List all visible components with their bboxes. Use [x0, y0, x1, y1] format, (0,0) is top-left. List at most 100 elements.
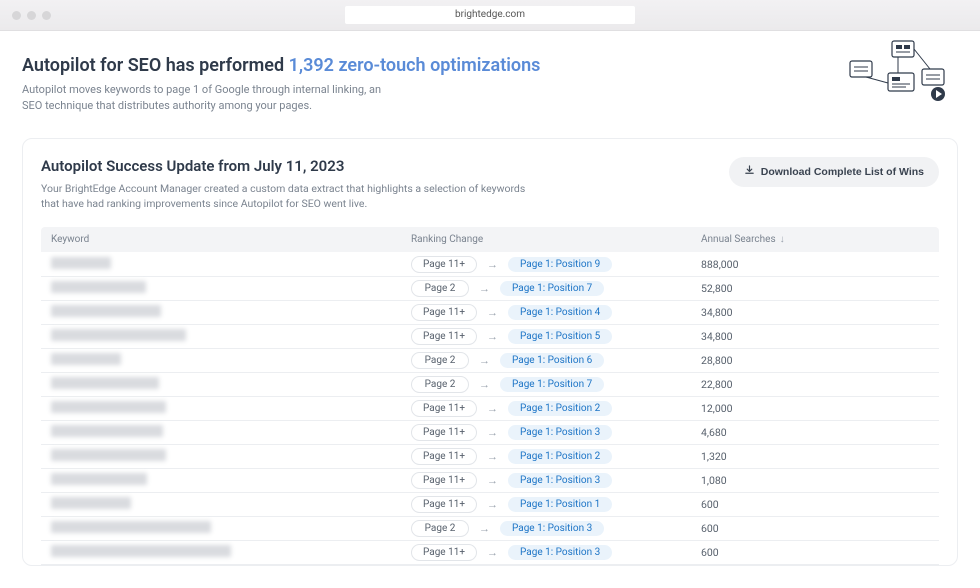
ranking-from-pill: Page 2: [411, 376, 469, 393]
ranking-to-pill: Page 1: Position 2: [508, 401, 612, 416]
ranking-to-pill: Page 1: Position 1: [508, 497, 612, 512]
annual-searches-value: 600: [701, 546, 719, 559]
keyword-redacted: [51, 377, 159, 389]
th-searches[interactable]: Annual Searches ↓: [691, 227, 939, 252]
arrow-right-icon: →: [487, 474, 498, 487]
keyword-redacted: [51, 257, 111, 269]
annual-searches-value: 34,800: [701, 330, 733, 343]
download-label: Download Complete List of Wins: [761, 166, 924, 178]
ranking-to-pill: Page 1: Position 3: [508, 545, 612, 560]
ranking-from-pill: Page 11+: [411, 328, 477, 345]
card-title: Autopilot Success Update from July 11, 2…: [41, 157, 541, 175]
arrow-right-icon: →: [487, 426, 498, 439]
keyword-redacted: [51, 473, 147, 485]
keyword-redacted: [51, 281, 146, 293]
page-content: Autopilot for SEO has performed 1,392 ze…: [0, 31, 980, 588]
ranking-to-pill: Page 1: Position 7: [500, 281, 604, 296]
headline-count: 1,392 zero-touch optimizations: [289, 55, 541, 76]
table-row: Page 11+ → Page 1: Position 2 12,000: [41, 396, 939, 420]
download-wins-button[interactable]: Download Complete List of Wins: [729, 157, 939, 187]
ranking-to-pill: Page 1: Position 6: [500, 353, 604, 368]
arrow-right-icon: →: [479, 522, 490, 535]
ranking-from-pill: Page 11+: [411, 400, 477, 417]
download-icon: [744, 165, 755, 179]
keyword-redacted: [51, 425, 163, 437]
annual-searches-value: 28,800: [701, 354, 733, 367]
keyword-redacted: [51, 521, 211, 533]
annual-searches-value: 22,800: [701, 378, 733, 391]
ranking-from-pill: Page 2: [411, 280, 469, 297]
traffic-lights: [12, 11, 51, 20]
keyword-redacted: [51, 329, 186, 341]
annual-searches-value: 12,000: [701, 402, 733, 415]
ranking-to-pill: Page 1: Position 2: [508, 449, 612, 464]
ranking-from-pill: Page 11+: [411, 424, 477, 441]
ranking-to-pill: Page 1: Position 5: [508, 329, 612, 344]
ranking-to-pill: Page 1: Position 9: [508, 257, 612, 272]
table-row: Page 11+ → Page 1: Position 1 600: [41, 492, 939, 516]
page-subheadline: Autopilot moves keywords to page 1 of Go…: [22, 82, 382, 114]
keyword-redacted: [51, 545, 231, 557]
ranking-to-pill: Page 1: Position 3: [500, 521, 604, 536]
annual-searches-value: 52,800: [701, 282, 733, 295]
ranking-from-pill: Page 11+: [411, 496, 477, 513]
table-row: Page 2 → Page 1: Position 3 600: [41, 516, 939, 540]
sort-down-icon: ↓: [780, 234, 785, 245]
annual-searches-value: 888,000: [701, 258, 738, 271]
th-searches-label: Annual Searches: [701, 234, 776, 245]
arrow-right-icon: →: [487, 546, 498, 559]
ranking-to-pill: Page 1: Position 3: [508, 425, 612, 440]
annual-searches-value: 1,320: [701, 450, 727, 463]
keyword-redacted: [51, 497, 131, 509]
url-bar[interactable]: brightedge.com: [345, 6, 635, 24]
table-row: Page 2 → Page 1: Position 7 22,800: [41, 372, 939, 396]
arrow-right-icon: →: [487, 330, 498, 343]
annual-searches-value: 34,800: [701, 306, 733, 319]
close-window-dot[interactable]: [12, 11, 21, 20]
table-row: Page 11+ → Page 1: Position 3 4,680: [41, 420, 939, 444]
table-header: Keyword Ranking Change Annual Searches ↓: [41, 227, 939, 252]
minimize-window-dot[interactable]: [27, 11, 36, 20]
arrow-right-icon: →: [487, 258, 498, 271]
keyword-redacted: [51, 353, 121, 365]
wins-table: Keyword Ranking Change Annual Searches ↓…: [41, 227, 939, 565]
table-row: Page 11+ → Page 1: Position 3 1,080: [41, 468, 939, 492]
arrow-right-icon: →: [479, 354, 490, 367]
th-ranking[interactable]: Ranking Change: [401, 227, 691, 252]
annual-searches-value: 600: [701, 522, 719, 535]
ranking-from-pill: Page 11+: [411, 472, 477, 489]
ranking-to-pill: Page 1: Position 7: [500, 377, 604, 392]
ranking-from-pill: Page 11+: [411, 448, 477, 465]
headline-prefix: Autopilot for SEO has performed: [22, 55, 284, 76]
table-row: Page 11+ → Page 1: Position 3 600: [41, 540, 939, 564]
page-headline: Autopilot for SEO has performed 1,392 ze…: [22, 55, 958, 76]
arrow-right-icon: →: [487, 306, 498, 319]
ranking-from-pill: Page 2: [411, 520, 469, 537]
table-row: Page 11+ → Page 1: Position 4 34,800: [41, 300, 939, 324]
ranking-from-pill: Page 11+: [411, 544, 477, 561]
ranking-from-pill: Page 11+: [411, 304, 477, 321]
ranking-to-pill: Page 1: Position 3: [508, 473, 612, 488]
arrow-right-icon: →: [487, 402, 498, 415]
th-keyword[interactable]: Keyword: [41, 227, 401, 252]
keyword-redacted: [51, 305, 161, 317]
table-row: Page 11+→Page 1: Position 21,320: [41, 444, 939, 468]
keyword-redacted: [51, 449, 166, 461]
success-card: Autopilot Success Update from July 11, 2…: [22, 138, 958, 566]
ranking-from-pill: Page 11+: [411, 256, 477, 273]
ranking-from-pill: Page 2: [411, 352, 469, 369]
annual-searches-value: 1,080: [701, 474, 727, 487]
table-row: Page 2 → Page 1: Position 6 28,800: [41, 348, 939, 372]
arrow-right-icon: →: [479, 378, 490, 391]
annual-searches-value: 4,680: [701, 426, 727, 439]
annual-searches-value: 600: [701, 498, 719, 511]
table-row: Page 2 → Page 1: Position 7 52,800: [41, 276, 939, 300]
keyword-redacted: [51, 401, 166, 413]
card-description: Your BrightEdge Account Manager created …: [41, 181, 541, 211]
ranking-to-pill: Page 1: Position 4: [508, 305, 612, 320]
hero-illustration: [848, 39, 948, 111]
browser-chrome: brightedge.com: [0, 0, 980, 31]
maximize-window-dot[interactable]: [42, 11, 51, 20]
arrow-right-icon: →: [487, 498, 498, 511]
arrow-right-icon: →: [479, 282, 490, 295]
